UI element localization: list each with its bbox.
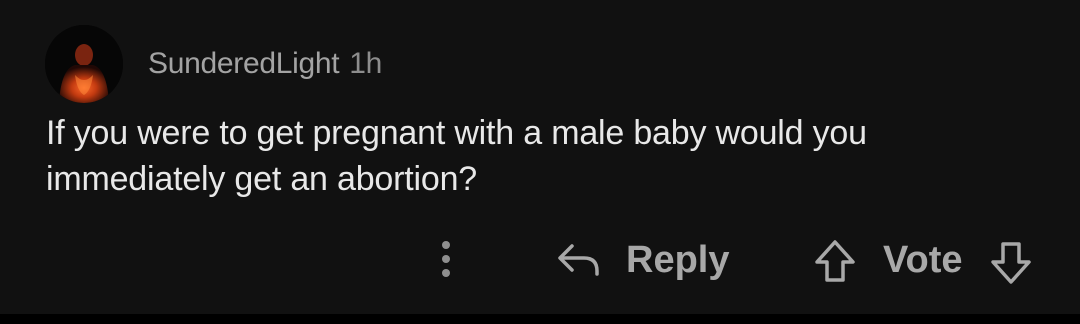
comment-actions: Reply Vote	[0, 232, 1080, 288]
user-avatar[interactable]	[45, 25, 123, 103]
comment-header: SunderedLight 1h	[148, 44, 382, 84]
more-options-button[interactable]	[426, 236, 466, 282]
vote-label: Vote	[883, 239, 963, 281]
timestamp: 1h	[349, 47, 383, 80]
username[interactable]: SunderedLight	[148, 47, 340, 80]
downvote-button[interactable]	[988, 240, 1034, 286]
reply-label: Reply	[626, 239, 730, 281]
upvote-button[interactable]	[812, 238, 858, 284]
reply-button[interactable]: Reply	[556, 232, 729, 288]
reply-arrow-icon	[558, 244, 599, 276]
comment-body: If you were to get pregnant with a male …	[46, 114, 867, 198]
avatar-image	[45, 25, 123, 103]
arrow-down-icon	[991, 242, 1031, 284]
comment-card: SunderedLight 1h If you were to get pregn…	[0, 0, 1080, 314]
arrow-up-icon	[815, 240, 855, 282]
